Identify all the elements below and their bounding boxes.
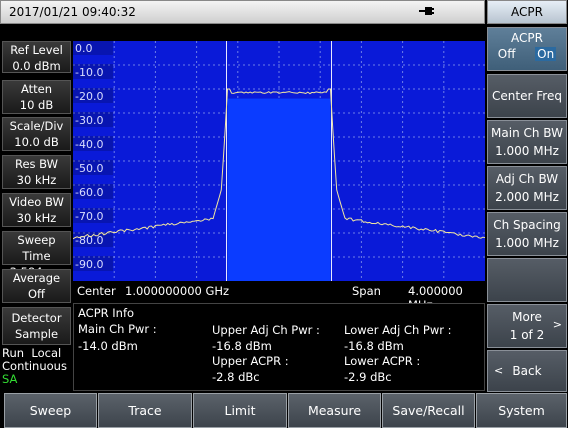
- main-channel-band: [228, 99, 331, 281]
- center-value: 1.000000000 GHz: [125, 284, 229, 298]
- lower-acpr-value: -2.9 dBc: [344, 370, 392, 384]
- run-state: Run Local Continuous SA: [2, 347, 71, 391]
- average-value: Off: [3, 286, 70, 302]
- center-freq-label: Center Freq: [492, 89, 562, 103]
- acpr-info-panel: ACPR Info Main Ch Pwr : -14.0 dBm Upper …: [73, 303, 485, 391]
- main-ch-bw-value: 1.000 MHz: [488, 142, 566, 160]
- ch-spacing-label: Ch Spacing: [488, 216, 566, 234]
- atten-key[interactable]: Atten 10 dB: [2, 80, 71, 114]
- ref-level-label: Ref Level: [3, 42, 70, 58]
- upper-acpr-value: -2.8 dBc: [212, 370, 260, 384]
- sweep-time-label: Sweep Time: [3, 232, 70, 264]
- acpr-toggle-label: ACPR: [488, 31, 566, 45]
- back-button[interactable]: < Back: [487, 350, 567, 392]
- ch-spacing-button[interactable]: Ch Spacing 1.000 MHz: [487, 212, 567, 256]
- status-bar: 2017/01/21 09:40:32: [0, 0, 485, 24]
- res-bw-label: Res BW: [3, 156, 70, 172]
- run-label: Run: [2, 346, 24, 360]
- spectrum-plot: 0.0-10.0-20.0-30.0-40.0-50.0-60.0-70.0-8…: [73, 41, 485, 281]
- main-ch-bw-button[interactable]: Main Ch BW 1.000 MHz: [487, 120, 567, 164]
- res-bw-key[interactable]: Res BW 30 kHz: [2, 155, 71, 189]
- y-axis-label: -60.0: [75, 186, 103, 199]
- mode-title-label: ACPR: [511, 5, 543, 19]
- average-key[interactable]: Average Off: [2, 269, 71, 303]
- ref-level-value: 0.0 dBm: [3, 58, 70, 74]
- upper-adj-ch-pwr-value: -16.8 dBm: [212, 339, 272, 353]
- adj-ch-bw-label: Adj Ch BW: [488, 170, 566, 188]
- y-axis-label: -70.0: [75, 210, 103, 223]
- sa-label: SA: [2, 373, 71, 386]
- y-axis-label: -40.0: [75, 138, 103, 151]
- ref-level-key[interactable]: Ref Level 0.0 dBm: [2, 41, 71, 73]
- average-label: Average: [3, 270, 70, 286]
- more-button[interactable]: More 1 of 2 >: [487, 304, 567, 348]
- lower-acpr-label: Lower ACPR :: [344, 354, 420, 368]
- limit-label: Limit: [225, 403, 256, 418]
- atten-label: Atten: [3, 81, 70, 97]
- ch-spacing-value: 1.000 MHz: [488, 234, 566, 252]
- adj-ch-bw-button[interactable]: Adj Ch BW 2.000 MHz: [487, 166, 567, 210]
- upper-acpr-label: Upper ACPR :: [212, 354, 289, 368]
- chevron-right-icon: >: [553, 316, 562, 334]
- back-label: Back: [512, 364, 541, 378]
- y-axis-label: -30.0: [75, 114, 103, 127]
- acpr-info-title: ACPR Info: [78, 306, 134, 320]
- trace-label: Trace: [128, 403, 161, 418]
- acpr-on-option: On: [535, 47, 556, 61]
- center-freq-button[interactable]: Center Freq: [487, 74, 567, 118]
- y-axis-label: -10.0: [75, 66, 103, 79]
- res-bw-value: 30 kHz: [3, 172, 70, 188]
- center-label: Center: [77, 284, 116, 298]
- detector-key[interactable]: Detector Sample: [2, 307, 71, 345]
- power-plug-icon: [418, 3, 434, 25]
- chevron-left-icon: <: [494, 351, 503, 391]
- scale-div-label: Scale/Div: [3, 118, 70, 134]
- empty-softkey[interactable]: [487, 258, 567, 302]
- acpr-off-option: Off: [498, 47, 516, 61]
- span-label: Span: [352, 284, 381, 298]
- lower-adj-ch-pwr-label: Lower Adj Ch Pwr :: [344, 323, 452, 337]
- acpr-toggle-button[interactable]: ACPR Off On: [487, 27, 567, 71]
- datetime: 2017/01/21 09:40:32: [9, 5, 136, 19]
- sweep-time-key[interactable]: Sweep Time 3.584 ms: [2, 231, 71, 265]
- measure-button[interactable]: Measure: [288, 393, 381, 428]
- main-ch-pwr-value: -14.0 dBm: [78, 339, 138, 353]
- upper-adj-ch-pwr-label: Upper Adj Ch Pwr :: [212, 323, 320, 337]
- y-axis-label: -50.0: [75, 162, 103, 175]
- y-axis-label: 0.0: [75, 42, 93, 55]
- system-button[interactable]: System: [476, 393, 567, 428]
- main-ch-bw-label: Main Ch BW: [488, 124, 566, 142]
- sweep-label: Sweep: [30, 403, 71, 418]
- limit-button[interactable]: Limit: [193, 393, 287, 428]
- measure-label: Measure: [308, 403, 361, 418]
- detector-value: Sample: [3, 326, 70, 342]
- save-recall-button[interactable]: Save/Recall: [382, 393, 475, 428]
- y-axis-label: -90.0: [75, 258, 103, 271]
- scale-div-value: 10.0 dB: [3, 134, 70, 150]
- adj-ch-bw-value: 2.000 MHz: [488, 188, 566, 206]
- scale-div-key[interactable]: Scale/Div 10.0 dB: [2, 117, 71, 151]
- video-bw-label: Video BW: [3, 194, 70, 210]
- mode-title: ACPR: [487, 0, 567, 24]
- main-ch-pwr-label: Main Ch Pwr :: [78, 322, 157, 336]
- detector-label: Detector: [3, 310, 70, 326]
- sweep-button[interactable]: Sweep: [4, 393, 97, 428]
- atten-value: 10 dB: [3, 97, 70, 113]
- save-recall-label: Save/Recall: [392, 403, 464, 418]
- trace-button[interactable]: Trace: [98, 393, 192, 428]
- video-bw-value: 30 kHz: [3, 210, 70, 226]
- video-bw-key[interactable]: Video BW 30 kHz: [2, 193, 71, 227]
- y-axis-label: -20.0: [75, 90, 103, 103]
- system-label: System: [498, 403, 545, 418]
- lower-adj-ch-pwr-value: -16.8 dBm: [344, 339, 404, 353]
- local-label: Local: [31, 346, 61, 360]
- frequency-bar: Center 1.000000000 GHz Span 4.000000 MHz: [73, 281, 485, 303]
